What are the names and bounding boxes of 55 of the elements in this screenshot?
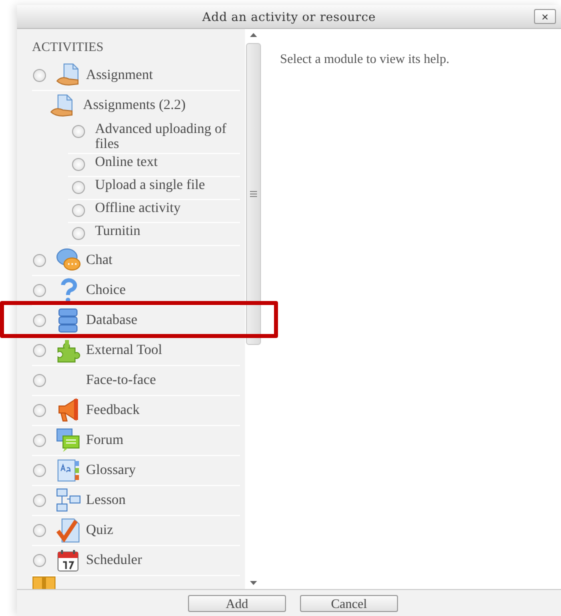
module-label: Lesson bbox=[86, 492, 126, 508]
module-label: Upload a single file bbox=[95, 178, 206, 193]
scrollbar-thumb[interactable] bbox=[246, 43, 261, 345]
module-label: Face-to-face bbox=[86, 372, 156, 388]
module-label: Advanced uploading of files bbox=[95, 122, 228, 152]
document-hand-icon bbox=[56, 63, 81, 88]
radio-button[interactable] bbox=[33, 524, 46, 537]
radio-button[interactable] bbox=[72, 181, 85, 194]
dialog-button[interactable]: Cancel bbox=[300, 594, 398, 612]
radio-button[interactable] bbox=[33, 284, 46, 297]
module-label: Forum bbox=[86, 432, 124, 448]
radio-button[interactable] bbox=[33, 344, 46, 357]
help-text: Select a module to view its help. bbox=[280, 51, 450, 67]
module-label: Glossary bbox=[86, 462, 136, 478]
radio-button[interactable] bbox=[33, 434, 46, 447]
book-icon bbox=[56, 458, 81, 483]
module-label: Assignments (2.2) bbox=[83, 98, 186, 114]
radio-button[interactable] bbox=[33, 254, 46, 267]
puzzle-piece-icon bbox=[56, 338, 81, 363]
box-icon bbox=[32, 576, 57, 589]
module-label: External Tool bbox=[86, 342, 162, 358]
section-heading: ACTIVITIES bbox=[32, 39, 104, 55]
dialog-button[interactable]: Add bbox=[188, 594, 286, 612]
module-label: Quiz bbox=[86, 522, 114, 538]
checkmark-document-icon bbox=[56, 518, 81, 543]
radio-button[interactable] bbox=[33, 494, 46, 507]
megaphone-icon bbox=[56, 398, 81, 423]
radio-button[interactable] bbox=[33, 314, 46, 327]
grip-icon bbox=[250, 191, 257, 197]
radio-button[interactable] bbox=[33, 69, 46, 82]
radio-button[interactable] bbox=[72, 125, 85, 138]
calendar-icon bbox=[56, 548, 81, 573]
module-label: Database bbox=[86, 312, 138, 328]
module-label: Chat bbox=[86, 252, 112, 268]
module-label: Feedback bbox=[86, 402, 140, 418]
radio-button[interactable] bbox=[33, 464, 46, 477]
module-label: Turnitin bbox=[95, 224, 140, 239]
module-label: Choice bbox=[86, 282, 126, 298]
radio-button[interactable] bbox=[72, 227, 85, 240]
module-label: Assignment bbox=[86, 68, 153, 84]
document-hand-icon bbox=[50, 94, 75, 118]
module-label: Online text bbox=[95, 155, 158, 170]
speech-bubbles-icon bbox=[56, 428, 81, 453]
scrollbar[interactable] bbox=[245, 29, 262, 589]
radio-button[interactable] bbox=[33, 404, 46, 417]
speech-bubbles-icon bbox=[56, 248, 81, 273]
module-label: Scheduler bbox=[86, 552, 142, 568]
close-button[interactable]: × bbox=[534, 9, 556, 24]
radio-button[interactable] bbox=[72, 158, 85, 171]
flowchart-icon bbox=[56, 488, 81, 513]
radio-button[interactable] bbox=[33, 374, 46, 387]
radio-button[interactable] bbox=[72, 204, 85, 217]
radio-button[interactable] bbox=[33, 554, 46, 567]
module-label: Offline activity bbox=[95, 201, 181, 216]
window-title: Add an activity or resource bbox=[202, 10, 376, 24]
